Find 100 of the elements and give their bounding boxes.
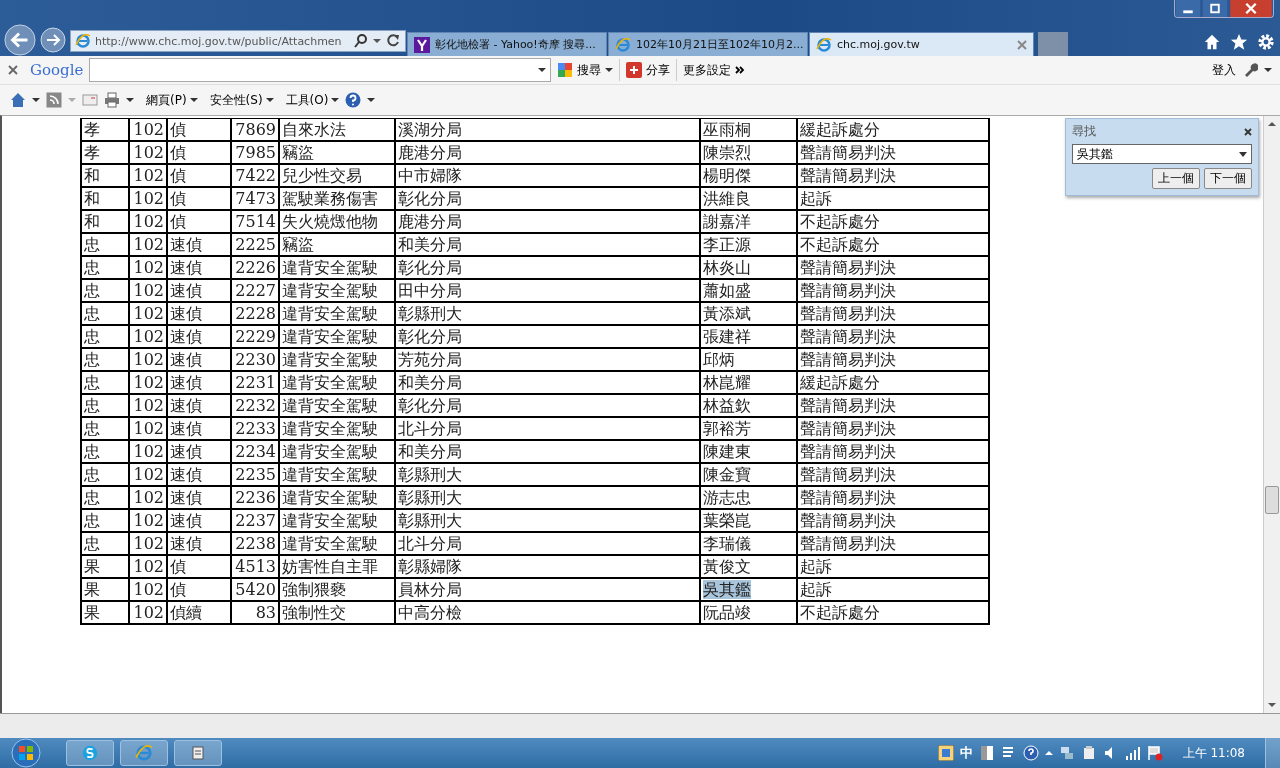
help-icon[interactable] <box>345 92 362 108</box>
table-cell: 黃添斌 <box>703 304 751 323</box>
printer-icon[interactable] <box>104 92 120 108</box>
next-button[interactable]: 下一個 <box>1204 168 1252 189</box>
table-cell: 違背安全駕駛 <box>282 350 378 369</box>
table-cell: 緩起訴處分 <box>800 120 880 139</box>
table-cell: 邱炳 <box>703 350 735 369</box>
clock[interactable]: 上午 11:08 <box>1182 744 1245 762</box>
close-button[interactable] <box>1229 0 1273 17</box>
table-cell: 聲請簡易判決 <box>800 327 896 346</box>
caret-icon[interactable] <box>538 66 547 74</box>
menu-button[interactable]: 安全性(S) <box>209 91 274 109</box>
share-button[interactable]: 分享 <box>626 61 671 79</box>
table-cell: 芳苑分局 <box>398 350 462 369</box>
back-button[interactable] <box>4 24 36 56</box>
find-title: 尋找 <box>1072 123 1096 140</box>
table-cell: 違背安全駕駛 <box>282 327 378 346</box>
caret-icon <box>605 66 614 74</box>
table-cell: 2232 <box>235 396 276 415</box>
table-cell: 忠 <box>84 327 100 346</box>
search-icon[interactable] <box>353 33 369 49</box>
close-icon[interactable] <box>8 65 18 75</box>
settings-icon[interactable] <box>1257 33 1275 51</box>
address-bar[interactable]: http://www.chc.moj.gov.tw/public/Attachmen <box>70 30 406 52</box>
scroll-thumb[interactable] <box>1265 485 1279 514</box>
star-icon[interactable] <box>1230 33 1248 51</box>
table-cell: 妨害性自主罪 <box>282 557 378 576</box>
table-cell: 起訴 <box>800 557 832 576</box>
search-button[interactable]: 搜尋 <box>557 61 614 79</box>
ie-icon <box>75 33 91 49</box>
table-cell: 彰化分局 <box>398 327 462 346</box>
table-cell: 果 <box>84 603 100 622</box>
close-icon[interactable] <box>1244 127 1252 136</box>
table-cell: 黃俊文 <box>703 557 751 576</box>
table-cell: 孝 <box>84 120 100 139</box>
table-cell: 果 <box>84 580 100 599</box>
find-field[interactable]: 吳其鑑 <box>1072 144 1252 164</box>
table-cell: 忠 <box>84 511 100 530</box>
taskbar-app-icon[interactable] <box>174 740 222 766</box>
ime-icon[interactable] <box>937 745 954 761</box>
close-tab-icon[interactable] <box>1017 39 1027 50</box>
table-cell: 偵 <box>170 580 186 599</box>
home-icon[interactable] <box>1203 33 1221 51</box>
table-cell: 和 <box>84 166 100 185</box>
table-cell: 102 <box>133 258 164 277</box>
table-cell: 102 <box>133 350 164 369</box>
table-cell: 忠 <box>84 281 100 300</box>
browser-tab[interactable]: 彰化地檢署 - Yahoo!奇摩 搜尋... <box>407 32 607 56</box>
refresh-icon[interactable] <box>385 33 401 49</box>
browser-tab[interactable]: 102年10月21日至102年10月2... <box>608 32 808 56</box>
table-cell: 2234 <box>235 442 276 461</box>
caret-icon[interactable] <box>1264 66 1272 74</box>
table-cell: 偵 <box>170 120 186 139</box>
previous-button[interactable]: 上一個 <box>1152 168 1200 189</box>
menu-button[interactable]: 網頁(P) <box>146 91 198 109</box>
table-cell: 偵 <box>170 166 186 185</box>
table-cell: 7473 <box>235 189 276 208</box>
scrollbar[interactable] <box>1263 116 1280 713</box>
table-cell: 102 <box>133 396 164 415</box>
table-cell: 和美分局 <box>398 373 462 392</box>
half-width-icon[interactable] <box>978 745 995 761</box>
flag-icon[interactable] <box>1146 745 1163 761</box>
caret-icon[interactable] <box>126 96 134 104</box>
sign-in-link[interactable]: 登入 <box>1212 61 1236 79</box>
ime-indicator[interactable]: 中 <box>959 744 973 762</box>
more-settings-button[interactable]: 更多設定 <box>683 61 746 79</box>
table-cell: 吳其鑑 <box>703 580 751 599</box>
table-cell: 4513 <box>235 557 276 576</box>
table-cell: 聲請簡易判決 <box>800 304 896 323</box>
table-cell: 忠 <box>84 396 100 415</box>
table-cell: 102 <box>133 557 164 576</box>
table-cell: 和美分局 <box>398 235 462 254</box>
feed-icon[interactable] <box>46 92 62 108</box>
caret-icon[interactable] <box>32 96 40 104</box>
restore-button[interactable] <box>1202 0 1228 17</box>
search-field[interactable] <box>89 58 552 82</box>
help-icon[interactable] <box>1022 745 1039 761</box>
signal-icon[interactable] <box>1124 745 1141 761</box>
forward-button[interactable] <box>40 27 66 53</box>
network-icon[interactable] <box>1058 745 1075 761</box>
table-cell: 違背安全駕駛 <box>282 511 378 530</box>
caret-icon[interactable] <box>373 37 381 45</box>
yahoo-icon <box>414 36 430 53</box>
table-cell: 竊盜 <box>282 143 314 162</box>
table-cell: 2233 <box>235 419 276 438</box>
browser-tab[interactable]: chc.moj.gov.tw <box>809 32 1034 56</box>
menu-button[interactable]: 工具(O) <box>285 91 340 109</box>
table-cell: 102 <box>133 235 164 254</box>
google-icon <box>557 62 574 78</box>
table-cell: 田中分局 <box>398 281 462 300</box>
table-cell: 忠 <box>84 488 100 507</box>
table-cell: 聲請簡易判決 <box>800 488 896 507</box>
taskbar-app-icon[interactable] <box>66 740 114 766</box>
home-icon[interactable] <box>10 92 26 108</box>
minimize-button[interactable] <box>1175 0 1201 17</box>
table-cell: 郭裕芳 <box>703 419 751 438</box>
table-cell: 蕭如盛 <box>703 281 751 300</box>
table-cell: 林益欽 <box>703 396 751 415</box>
caret-icon[interactable] <box>367 96 376 104</box>
ie-icon <box>615 36 631 53</box>
